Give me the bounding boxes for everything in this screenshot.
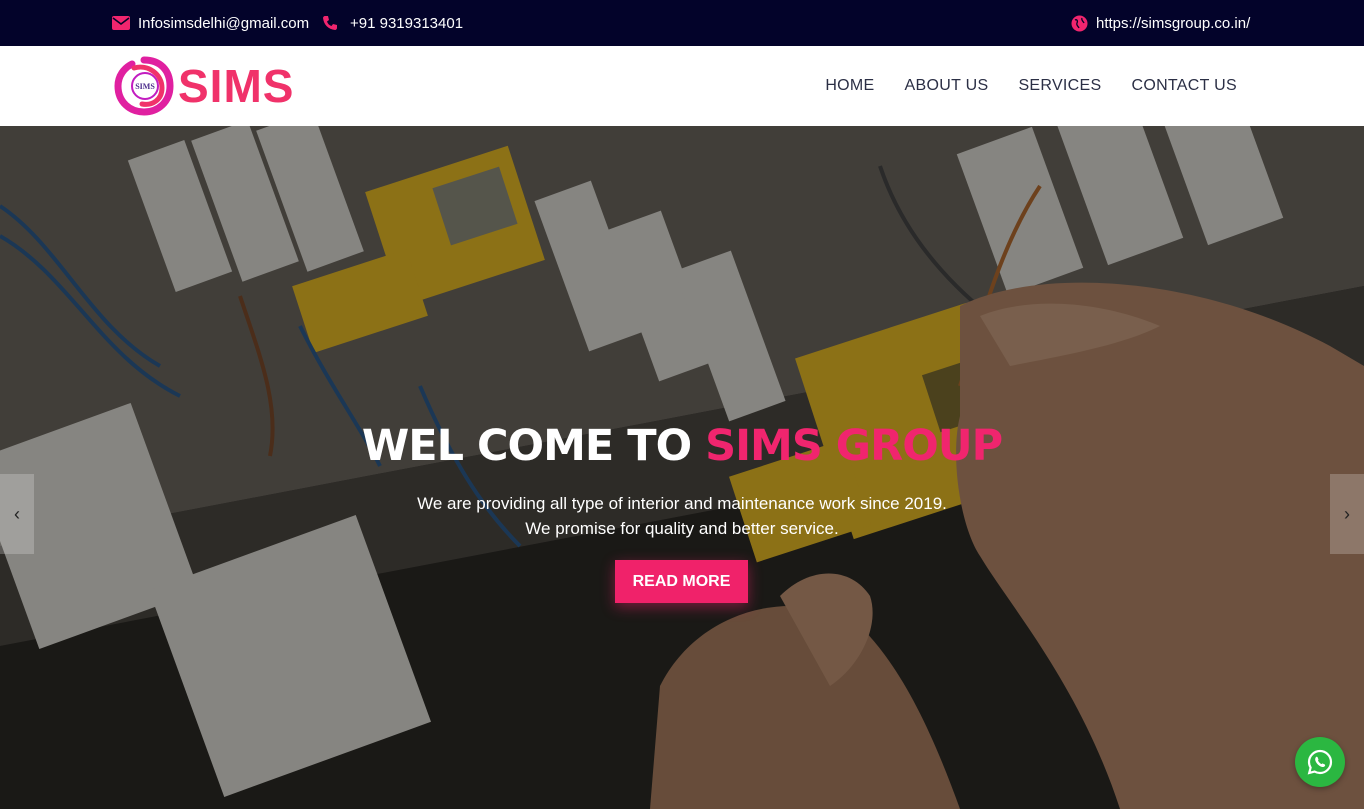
logo[interactable]: SIMS SIMS [112, 54, 322, 118]
hero-slider: WEL COME TO SIMS GROUP We are providing … [0, 126, 1364, 809]
hero-subtitle: We are providing all type of interior an… [0, 491, 1364, 541]
site-header: SIMS SIMS HOME ABOUT US SERVICES CONTACT… [0, 46, 1364, 126]
phone-text[interactable]: +91 9319313401 [350, 15, 463, 32]
nav-about[interactable]: ABOUT US [905, 77, 989, 95]
envelope-icon [112, 16, 130, 30]
logo-text: SIMS [178, 60, 295, 112]
logo-mark: SIMS [112, 54, 176, 118]
whatsapp-icon [1307, 749, 1333, 775]
chevron-right-icon: › [1344, 503, 1350, 524]
main-nav: HOME ABOUT US SERVICES CONTACT US [795, 46, 1237, 126]
hero-title: WEL COME TO SIMS GROUP [0, 421, 1364, 471]
nav-home[interactable]: HOME [825, 77, 874, 95]
top-bar: Infosimsdelhi@gmail.com +91 9319313401 h… [0, 0, 1364, 46]
slider-next-button[interactable]: › [1330, 474, 1364, 554]
website-text[interactable]: https://simsgroup.co.in/ [1096, 15, 1250, 32]
logo-badge-text: SIMS [135, 82, 155, 91]
slider-prev-button[interactable]: ‹ [0, 474, 34, 554]
whatsapp-button[interactable] [1295, 737, 1345, 787]
nav-services[interactable]: SERVICES [1018, 77, 1101, 95]
nav-contact[interactable]: CONTACT US [1131, 77, 1237, 95]
topbar-phone[interactable]: +91 9319313401 [322, 0, 463, 46]
topbar-website[interactable]: https://simsgroup.co.in/ [1071, 0, 1250, 46]
topbar-email[interactable]: Infosimsdelhi@gmail.com [112, 0, 309, 46]
hero-title-accent: SIMS GROUP [705, 421, 1003, 471]
chevron-left-icon: ‹ [14, 503, 20, 524]
read-more-button[interactable]: READ MORE [615, 560, 748, 603]
globe-icon [1071, 15, 1088, 31]
hero-title-prefix: WEL COME TO [361, 421, 706, 471]
phone-icon [323, 16, 337, 30]
hero-subtitle-line2: We promise for quality and better servic… [525, 519, 839, 538]
hero-subtitle-line1: We are providing all type of interior an… [417, 494, 947, 513]
email-text[interactable]: Infosimsdelhi@gmail.com [138, 15, 309, 32]
